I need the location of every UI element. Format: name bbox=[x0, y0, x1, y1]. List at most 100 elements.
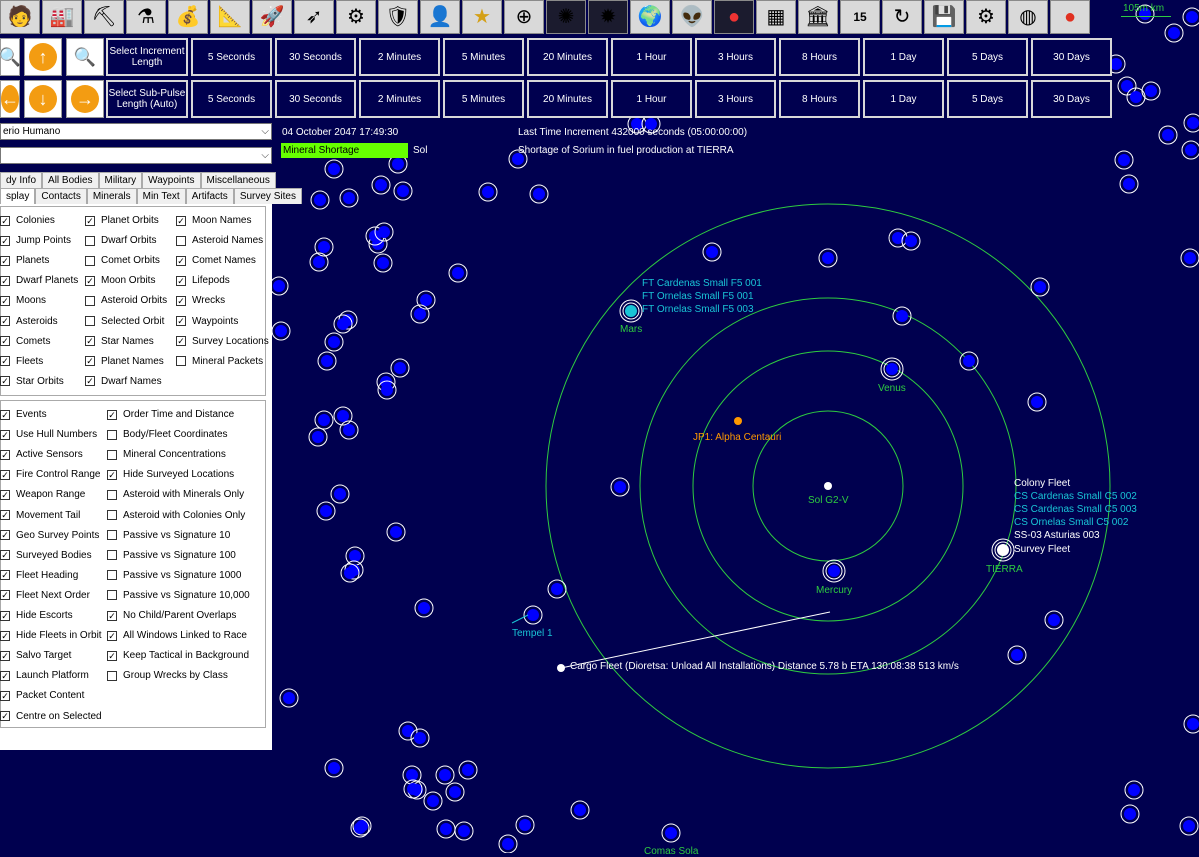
checkbox-wrecks[interactable]: ✓ Wrecks bbox=[176, 295, 225, 306]
empty-checkbox-icon[interactable] bbox=[85, 255, 95, 266]
empty-checkbox-icon[interactable] bbox=[107, 550, 117, 561]
tierra-fleet-label[interactable]: CS Cardenas Small C5 002 bbox=[1014, 491, 1137, 502]
checkbox-centre-on-selected[interactable]: ✓ Centre on Selected bbox=[0, 711, 102, 722]
checkbox-mineral-concentrations[interactable]: Mineral Concentrations bbox=[107, 449, 226, 460]
empty-checkbox-icon[interactable] bbox=[85, 235, 95, 246]
tab-minerals[interactable]: Minerals bbox=[86, 188, 137, 204]
pan-up-button[interactable]: ↑ bbox=[24, 38, 62, 76]
checkmark-icon[interactable]: ✓ bbox=[0, 610, 10, 621]
checkmark-icon[interactable]: ✓ bbox=[107, 630, 117, 641]
tierra-fleet-label[interactable]: CS Ornelas Small C5 002 bbox=[1014, 517, 1129, 528]
increment-option-0[interactable]: 5 Seconds bbox=[191, 38, 272, 76]
checkmark-icon[interactable]: ✓ bbox=[0, 550, 10, 561]
increment-option-3[interactable]: 5 Minutes bbox=[443, 38, 524, 76]
increment-option-1[interactable]: 30 Seconds bbox=[275, 38, 356, 76]
zoom-out-button[interactable]: 🔍 bbox=[66, 38, 104, 76]
increment-option-6[interactable]: 3 Hours bbox=[695, 38, 776, 76]
checkbox-comets[interactable]: ✓ Comets bbox=[0, 336, 50, 347]
checkmark-icon[interactable]: ✓ bbox=[0, 409, 10, 420]
checkmark-icon[interactable]: ✓ bbox=[0, 489, 10, 500]
checkbox-asteroids[interactable]: ✓ Asteroids bbox=[0, 316, 58, 327]
pan-down-button[interactable]: ↓ bbox=[24, 80, 62, 118]
industry-icon[interactable]: 🏭 bbox=[42, 0, 82, 34]
checkmark-icon[interactable]: ✓ bbox=[0, 510, 10, 520]
mars-label[interactable]: Mars bbox=[620, 324, 642, 335]
calendar-icon[interactable]: 15 bbox=[840, 0, 880, 34]
subpulse-option-1[interactable]: 30 Seconds bbox=[275, 80, 356, 118]
checkbox-order-time-and-distance[interactable]: ✓ Order Time and Distance bbox=[107, 409, 234, 420]
increment-option-9[interactable]: 5 Days bbox=[947, 38, 1028, 76]
checkbox-surveyed-bodies[interactable]: ✓ Surveyed Bodies bbox=[0, 550, 92, 561]
checkbox-salvo-target[interactable]: ✓ Salvo Target bbox=[0, 650, 71, 661]
increment-option-2[interactable]: 2 Minutes bbox=[359, 38, 440, 76]
wealth-icon[interactable]: 💰 bbox=[168, 0, 208, 34]
checkbox-hide-surveyed-locations[interactable]: ✓ Hide Surveyed Locations bbox=[107, 469, 234, 480]
checkmark-icon[interactable]: ✓ bbox=[176, 275, 186, 286]
galaxy-icon[interactable]: ✺ bbox=[546, 0, 586, 34]
checkbox-dwarf-planets[interactable]: ✓ Dwarf Planets bbox=[0, 275, 78, 286]
checkbox-fleet-next-order[interactable]: ✓ Fleet Next Order bbox=[0, 590, 90, 601]
empty-checkbox-icon[interactable] bbox=[107, 530, 117, 541]
empty-checkbox-icon[interactable] bbox=[107, 590, 117, 601]
increment-option-8[interactable]: 1 Day bbox=[863, 38, 944, 76]
event-text[interactable]: Shortage of Sorium in fuel production at… bbox=[518, 145, 733, 156]
mars-fleet-label[interactable]: FT Cardenas Small F5 001 bbox=[642, 278, 762, 289]
checkbox-passive-vs-signature-100[interactable]: Passive vs Signature 100 bbox=[107, 550, 236, 561]
gear-icon[interactable]: ⚙ bbox=[966, 0, 1006, 34]
checkmark-icon[interactable]: ✓ bbox=[0, 570, 10, 581]
checkbox-group-wrecks-by-class[interactable]: Group Wrecks by Class bbox=[107, 670, 228, 681]
turret-icon[interactable]: ⚙ bbox=[336, 0, 376, 34]
checkmark-icon[interactable]: ✓ bbox=[0, 316, 10, 326]
checkbox-hide-fleets-in-orbit[interactable]: ✓ Hide Fleets in Orbit bbox=[0, 630, 102, 641]
empty-checkbox-icon[interactable] bbox=[107, 449, 117, 460]
zoom-in-icon[interactable]: 🔍 bbox=[0, 38, 21, 76]
checkmark-icon[interactable]: ✓ bbox=[0, 295, 10, 306]
refresh-icon[interactable]: ↻ bbox=[882, 0, 922, 34]
empty-checkbox-icon[interactable] bbox=[107, 570, 117, 581]
alien-icon[interactable]: 👽 bbox=[672, 0, 712, 34]
checkmark-icon[interactable]: ✓ bbox=[176, 255, 186, 266]
empty-checkbox-icon[interactable] bbox=[107, 429, 117, 440]
checkbox-asteroid-names[interactable]: Asteroid Names bbox=[176, 235, 263, 246]
checkbox-keep-tactical-in-background[interactable]: ✓ Keep Tactical in Background bbox=[107, 650, 249, 661]
mars-fleet-label[interactable]: FT Ornelas Small F5 003 bbox=[642, 304, 754, 315]
checkbox-packet-content[interactable]: ✓ Packet Content bbox=[0, 690, 84, 701]
checkmark-icon[interactable]: ✓ bbox=[85, 336, 95, 347]
tab-dy-info[interactable]: dy Info bbox=[0, 172, 43, 188]
checkbox-movement-tail[interactable]: ✓ Movement Tail bbox=[0, 510, 80, 521]
checkmark-icon[interactable]: ✓ bbox=[0, 711, 10, 721]
checkbox-geo-survey-points[interactable]: ✓ Geo Survey Points bbox=[0, 530, 99, 541]
checkbox-comet-names[interactable]: ✓ Comet Names bbox=[176, 255, 256, 266]
medal-icon[interactable]: ★ bbox=[462, 0, 502, 34]
commander-icon[interactable]: 👤 bbox=[420, 0, 460, 34]
checkmark-icon[interactable]: ✓ bbox=[107, 610, 117, 621]
empty-checkbox-icon[interactable] bbox=[107, 489, 117, 500]
checkbox-fire-control-range[interactable]: ✓ Fire Control Range bbox=[0, 469, 100, 480]
checkbox-asteroid-orbits[interactable]: Asteroid Orbits bbox=[85, 295, 167, 306]
subpulse-option-3[interactable]: 5 Minutes bbox=[443, 80, 524, 118]
mining-icon[interactable]: ⛏ bbox=[84, 0, 124, 34]
checkbox-dwarf-names[interactable]: ✓ Dwarf Names bbox=[85, 376, 162, 387]
checkbox-weapon-range[interactable]: ✓ Weapon Range bbox=[0, 489, 85, 500]
population-icon[interactable]: 🧑 bbox=[0, 0, 40, 34]
save-icon[interactable]: 💾 bbox=[924, 0, 964, 34]
checkbox-mineral-packets[interactable]: Mineral Packets bbox=[176, 356, 263, 367]
checkmark-icon[interactable]: ✓ bbox=[176, 295, 186, 306]
checkbox-events[interactable]: ✓ Events bbox=[0, 409, 47, 420]
tab-artifacts[interactable]: Artifacts bbox=[185, 188, 234, 204]
checkbox-waypoints[interactable]: ✓ Waypoints bbox=[176, 316, 238, 327]
flag-uk-icon[interactable]: ⊕ bbox=[504, 0, 544, 34]
globe-icon[interactable]: ◍ bbox=[1008, 0, 1048, 34]
subpulse-option-8[interactable]: 1 Day bbox=[863, 80, 944, 118]
tab-min-text[interactable]: Min Text bbox=[136, 188, 186, 204]
increment-option-4[interactable]: 20 Minutes bbox=[527, 38, 608, 76]
subpulse-option-5[interactable]: 1 Hour bbox=[611, 80, 692, 118]
tab-miscellaneous[interactable]: Miscellaneous bbox=[200, 172, 276, 188]
checkbox-survey-locations[interactable]: ✓ Survey Locations bbox=[176, 336, 269, 347]
checkbox-body-fleet-coordinates[interactable]: Body/Fleet Coordinates bbox=[107, 429, 228, 440]
checkmark-icon[interactable]: ✓ bbox=[0, 630, 10, 641]
checkmark-icon[interactable]: ✓ bbox=[85, 275, 95, 286]
jump-point-label[interactable]: JP1: Alpha Centauri bbox=[693, 432, 781, 443]
empty-checkbox-icon[interactable] bbox=[176, 356, 186, 367]
empty-checkbox-icon[interactable] bbox=[85, 295, 95, 306]
